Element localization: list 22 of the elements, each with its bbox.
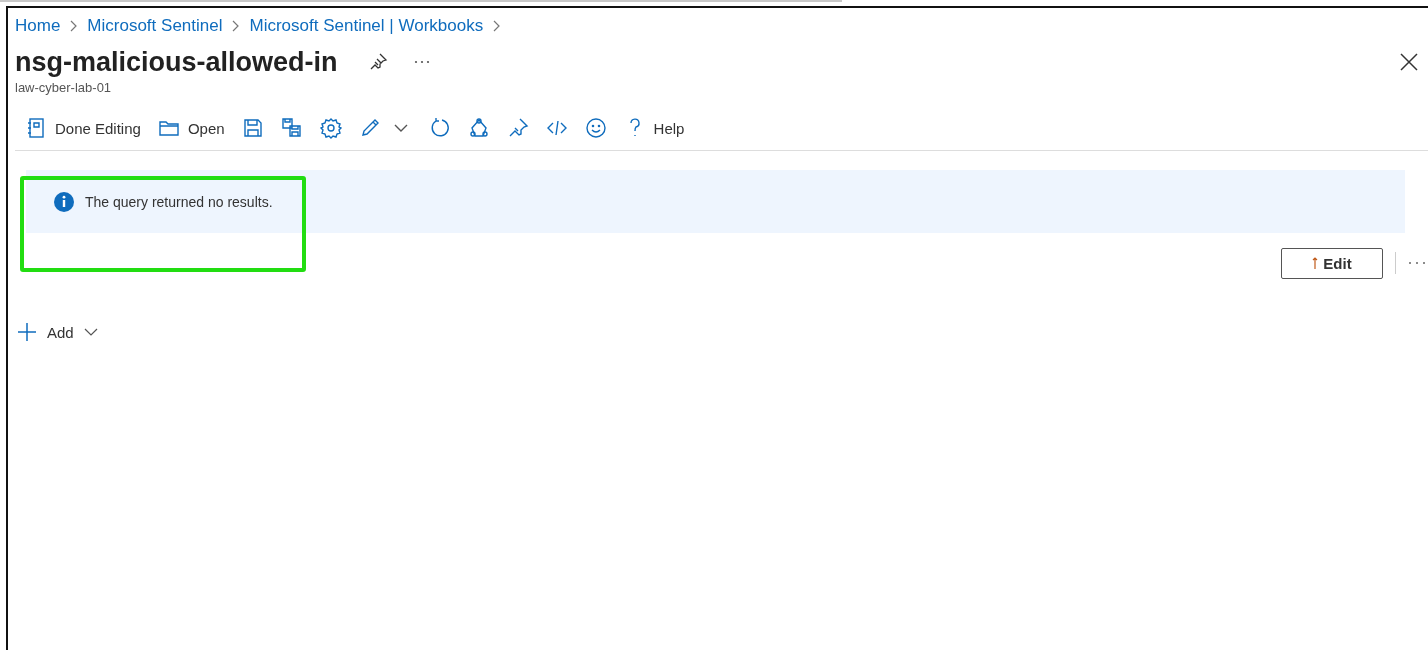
toolbar-button[interactable]: Open bbox=[154, 115, 228, 141]
info-icon bbox=[54, 191, 74, 212]
close-icon[interactable] bbox=[1400, 53, 1418, 71]
chevron-icon bbox=[231, 20, 240, 32]
caret-icon bbox=[83, 327, 98, 337]
breadcrumb-link[interactable]: Microsoft Sentinel | Workbooks bbox=[249, 16, 484, 36]
more-icon[interactable] bbox=[413, 60, 430, 64]
up-arrow-icon bbox=[1312, 257, 1319, 269]
breadcrumb-link[interactable]: Microsoft Sentinel bbox=[87, 16, 223, 36]
toolbar-button[interactable]: Help bbox=[620, 115, 688, 141]
info-message: The query returned no results. bbox=[85, 193, 273, 210]
notebook-icon bbox=[25, 117, 47, 139]
edit-button[interactable]: Edit bbox=[1281, 247, 1383, 279]
resource-subtitle: law-cyber-lab-01 bbox=[15, 80, 113, 97]
add-button[interactable]: Add bbox=[13, 320, 102, 344]
page-title: nsg-malicious-allowed-in bbox=[15, 46, 338, 78]
breadcrumb-link[interactable]: Home bbox=[15, 16, 61, 36]
more-icon[interactable] bbox=[1408, 261, 1426, 265]
chevron-icon bbox=[492, 20, 501, 32]
chevron-icon bbox=[69, 20, 78, 32]
plus-icon bbox=[17, 322, 37, 342]
toolbar-button[interactable]: Done Editing bbox=[22, 115, 144, 141]
